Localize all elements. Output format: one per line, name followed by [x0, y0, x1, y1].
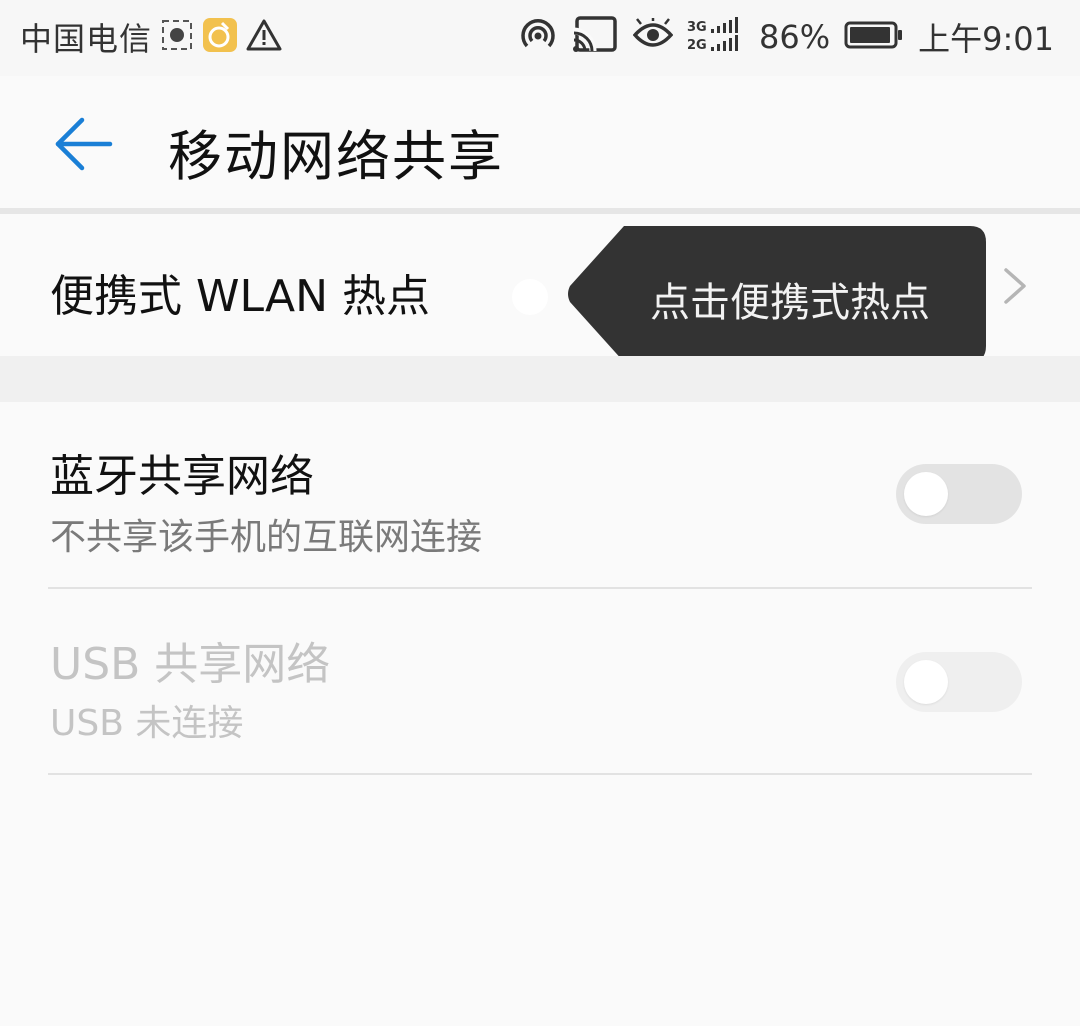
signal-icon: 3G 2G — [687, 17, 745, 57]
network-label-2g: 2G — [687, 38, 707, 53]
status-bar: 中国电信 3G 2G 86% 上午9:01 — [0, 0, 1080, 76]
bluetooth-tethering-toggle[interactable] — [896, 464, 1022, 524]
page-title: 移动网络共享 — [168, 125, 504, 188]
toggle-knob — [904, 472, 948, 516]
hotspot-icon — [519, 16, 557, 58]
toggle-knob — [904, 660, 948, 704]
touch-indicator — [512, 279, 548, 315]
clock: 上午9:01 — [918, 20, 1054, 58]
row-divider — [48, 587, 1032, 589]
row-divider — [48, 773, 1032, 775]
screenshot-icon — [160, 18, 194, 56]
wlan-hotspot-label: 便携式 WLAN 热点 — [50, 271, 431, 322]
battery-percent: 86% — [759, 18, 831, 56]
eye-icon — [632, 16, 674, 56]
chevron-right-icon — [1004, 268, 1026, 304]
status-bar-right: 3G 2G 86% 上午9:01 — [519, 14, 1054, 60]
back-arrow-icon — [55, 117, 113, 171]
warning-icon — [246, 18, 282, 56]
back-button[interactable] — [48, 112, 118, 176]
app-bar-divider — [0, 208, 1080, 214]
usb-tethering-subtitle: USB 未连接 — [50, 703, 244, 744]
network-label-3g: 3G — [687, 20, 707, 35]
status-bar-left: 中国电信 — [20, 14, 282, 60]
app-bar: 移动网络共享 — [0, 76, 1080, 212]
usb-tethering-row[interactable]: USB 共享网络 USB 未连接 — [0, 590, 1080, 776]
battery-icon — [844, 20, 904, 54]
carrier-name: 中国电信 — [20, 20, 153, 58]
app-notification-icon — [202, 17, 238, 57]
usb-tethering-toggle[interactable] — [896, 652, 1022, 712]
bluetooth-tethering-row[interactable]: 蓝牙共享网络 不共享该手机的互联网连接 — [0, 402, 1080, 590]
tooltip-text: 点击便携式热点 — [650, 280, 930, 326]
cast-icon — [571, 15, 619, 59]
section-gap — [0, 356, 1080, 402]
bluetooth-tethering-subtitle: 不共享该手机的互联网连接 — [50, 517, 483, 558]
bluetooth-tethering-title: 蓝牙共享网络 — [50, 451, 314, 502]
guide-tooltip[interactable]: 点击便携式热点 — [566, 226, 986, 362]
usb-tethering-title: USB 共享网络 — [50, 639, 331, 690]
